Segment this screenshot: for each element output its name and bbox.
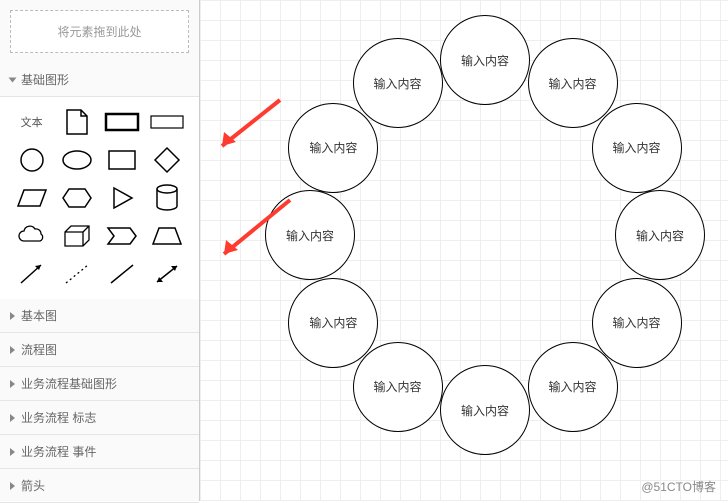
ring-node[interactable]: 输入内容: [353, 342, 443, 432]
shape-cloud[interactable]: [12, 221, 51, 251]
section-flowchart[interactable]: 流程图: [0, 333, 199, 367]
shape-hexagon[interactable]: [57, 183, 96, 213]
ring-node[interactable]: 输入内容: [440, 365, 530, 455]
section-label: 箭头: [21, 477, 45, 494]
ring-node[interactable]: 输入内容: [265, 190, 355, 280]
section-basic-shapes[interactable]: 基础图形: [0, 63, 199, 97]
ring-node[interactable]: 输入内容: [615, 190, 705, 280]
shape-rect-thick[interactable]: [103, 107, 142, 137]
sidebar: 将元素拖到此处 基础图形 文本 基本图 流程图 业务流程基础图: [0, 0, 200, 501]
shape-rect-thin[interactable]: [148, 107, 187, 137]
shape-line-dotted[interactable]: [57, 259, 96, 289]
ring-node[interactable]: 输入内容: [288, 103, 378, 193]
shape-square[interactable]: [103, 145, 142, 175]
shape-line[interactable]: [103, 259, 142, 289]
shape-ellipse[interactable]: [57, 145, 96, 175]
section-label: 业务流程 事件: [21, 443, 96, 460]
chevron-right-icon: [10, 414, 15, 422]
section-label: 基础图形: [21, 71, 69, 88]
shape-parallelogram[interactable]: [12, 183, 51, 213]
section-label: 基本图: [21, 307, 57, 324]
section-basic-diagram[interactable]: 基本图: [0, 299, 199, 333]
ring-node[interactable]: 输入内容: [528, 342, 618, 432]
watermark: @51CTO博客: [641, 478, 716, 495]
chevron-right-icon: [10, 312, 15, 320]
section-label: 业务流程 标志: [21, 409, 96, 426]
chevron-right-icon: [10, 346, 15, 354]
chevron-right-icon: [10, 448, 15, 456]
dropzone[interactable]: 将元素拖到此处: [10, 10, 189, 53]
ring-node[interactable]: 输入内容: [592, 103, 682, 193]
circle-ring: 输入内容输入内容输入内容输入内容输入内容输入内容输入内容输入内容输入内容输入内容…: [250, 0, 720, 470]
section-label: 流程图: [21, 341, 57, 358]
chevron-right-icon: [10, 380, 15, 388]
ring-node[interactable]: 输入内容: [353, 38, 443, 128]
shape-cube[interactable]: [57, 221, 96, 251]
shape-trapezoid[interactable]: [148, 221, 187, 251]
shape-triangle[interactable]: [103, 183, 142, 213]
shape-cylinder[interactable]: [148, 183, 187, 213]
shapes-palette: 文本: [0, 97, 199, 299]
ring-node[interactable]: 输入内容: [528, 38, 618, 128]
section-bpmn-markers[interactable]: 业务流程 标志: [0, 401, 199, 435]
shape-diamond[interactable]: [148, 145, 187, 175]
section-arrows[interactable]: 箭头: [0, 469, 199, 503]
ring-node[interactable]: 输入内容: [440, 15, 530, 105]
canvas[interactable]: 输入内容输入内容输入内容输入内容输入内容输入内容输入内容输入内容输入内容输入内容…: [200, 0, 728, 501]
shape-double-arrow[interactable]: [148, 259, 187, 289]
shape-step[interactable]: [103, 221, 142, 251]
section-bpmn-shapes[interactable]: 业务流程基础图形: [0, 367, 199, 401]
ring-node[interactable]: 输入内容: [288, 278, 378, 368]
shape-circle[interactable]: [12, 145, 51, 175]
chevron-right-icon: [10, 482, 15, 490]
section-bpmn-events[interactable]: 业务流程 事件: [0, 435, 199, 469]
ring-node[interactable]: 输入内容: [592, 278, 682, 368]
shape-arrow-ne[interactable]: [12, 259, 51, 289]
chevron-down-icon: [9, 77, 17, 82]
section-label: 业务流程基础图形: [21, 375, 117, 392]
shape-page[interactable]: [57, 107, 96, 137]
shape-text[interactable]: 文本: [12, 107, 51, 137]
